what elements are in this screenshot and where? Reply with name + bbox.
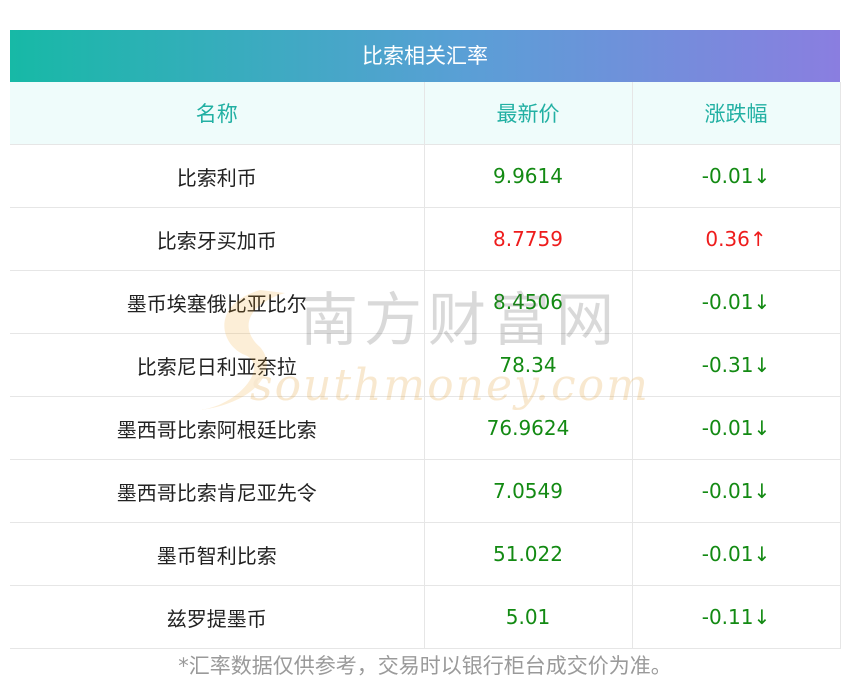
currency-name: 墨西哥比索阿根廷比索 [10,396,424,460]
arrow-down-icon: ↓ [753,605,771,629]
currency-name: 比索牙买加币 [10,207,424,271]
currency-name: 兹罗提墨币 [10,585,424,649]
change-value: -0.01 [701,542,754,566]
arrow-down-icon: ↓ [753,290,771,314]
table-title: 比索相关汇率 [10,30,840,82]
currency-name: 墨币智利比索 [10,522,424,586]
change-value: -0.01 [701,290,754,314]
currency-name: 墨币埃塞俄比亚比尔 [10,270,424,334]
latest-price: 8.4506 [423,270,632,334]
header-row: 名称 最新价 涨跌幅 [10,82,841,145]
change-cell: -0.11↓ [631,585,841,649]
table-row: 兹罗提墨币 5.01 -0.11↓ [10,585,841,649]
table-row: 比索尼日利亚奈拉 78.34 -0.31↓ [10,333,841,397]
currency-name: 比索利币 [10,144,424,208]
latest-price: 78.34 [423,333,632,397]
change-cell: 0.36↑ [631,207,841,271]
arrow-down-icon: ↓ [753,479,771,503]
latest-price: 5.01 [423,585,632,649]
arrow-down-icon: ↓ [753,542,771,566]
latest-price: 8.7759 [423,207,632,271]
change-value: 0.36 [705,227,750,251]
latest-price: 51.022 [423,522,632,586]
table-row: 墨币埃塞俄比亚比尔 8.4506 -0.01↓ [10,270,841,334]
change-cell: -0.01↓ [631,522,841,586]
latest-price: 76.9624 [423,396,632,460]
arrow-up-icon: ↑ [749,227,767,251]
change-cell: -0.31↓ [631,333,841,397]
change-value: -0.01 [701,416,754,440]
change-cell: -0.01↓ [631,459,841,523]
change-cell: -0.01↓ [631,396,841,460]
table-row: 比索利币 9.9614 -0.01↓ [10,144,841,208]
latest-price: 7.0549 [423,459,632,523]
table-row: 墨西哥比索肯尼亚先令 7.0549 -0.01↓ [10,459,841,523]
table-row: 比索牙买加币 8.7759 0.36↑ [10,207,841,271]
header-name: 名称 [10,82,424,145]
header-price: 最新价 [423,82,632,145]
arrow-down-icon: ↓ [753,416,771,440]
change-value: -0.01 [701,479,754,503]
change-value: -0.31 [701,353,754,377]
change-value: -0.11 [701,605,754,629]
disclaimer-footnote: *汇率数据仅供参考，交易时以银行柜台成交价为准。 [178,654,672,678]
currency-name: 墨西哥比索肯尼亚先令 [10,459,424,523]
table-row: 墨币智利比索 51.022 -0.01↓ [10,522,841,586]
change-value: -0.01 [701,164,754,188]
currency-name: 比索尼日利亚奈拉 [10,333,424,397]
table-row: 墨西哥比索阿根廷比索 76.9624 -0.01↓ [10,396,841,460]
change-cell: -0.01↓ [631,144,841,208]
rates-table: 名称 最新价 涨跌幅 比索利币 9.9614 -0.01↓ 比索牙买加币 8.7… [10,82,841,649]
change-cell: -0.01↓ [631,270,841,334]
header-change: 涨跌幅 [631,82,841,145]
rates-card: 比索相关汇率 名称 最新价 涨跌幅 比索利币 9.9614 -0.01↓ 比索牙… [10,30,841,649]
arrow-down-icon: ↓ [753,353,771,377]
latest-price: 9.9614 [423,144,632,208]
arrow-down-icon: ↓ [753,164,771,188]
